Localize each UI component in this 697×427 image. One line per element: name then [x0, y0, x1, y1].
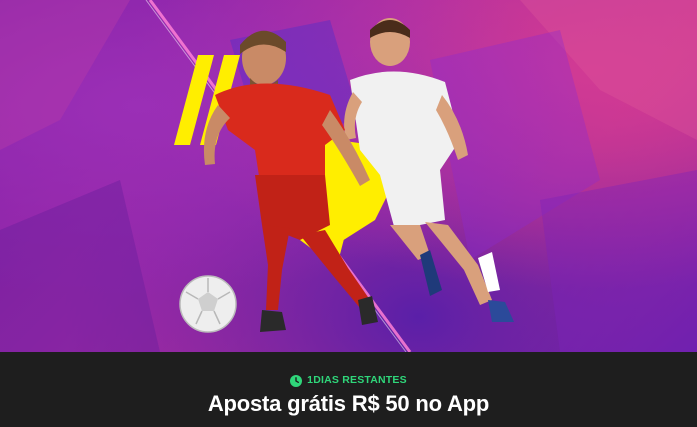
promo-banner-image [0, 0, 697, 352]
countdown-badge: 1DIAS RESTANTES [290, 373, 407, 387]
countdown-text: 1DIAS RESTANTES [307, 374, 407, 386]
promo-info: 1DIAS RESTANTES Aposta grátis R$ 50 no A… [0, 352, 697, 427]
promo-card[interactable]: 1DIAS RESTANTES Aposta grátis R$ 50 no A… [0, 0, 697, 427]
clock-icon [290, 374, 303, 387]
football-icon [179, 275, 237, 333]
promo-title: Aposta grátis R$ 50 no App [207, 391, 490, 416]
